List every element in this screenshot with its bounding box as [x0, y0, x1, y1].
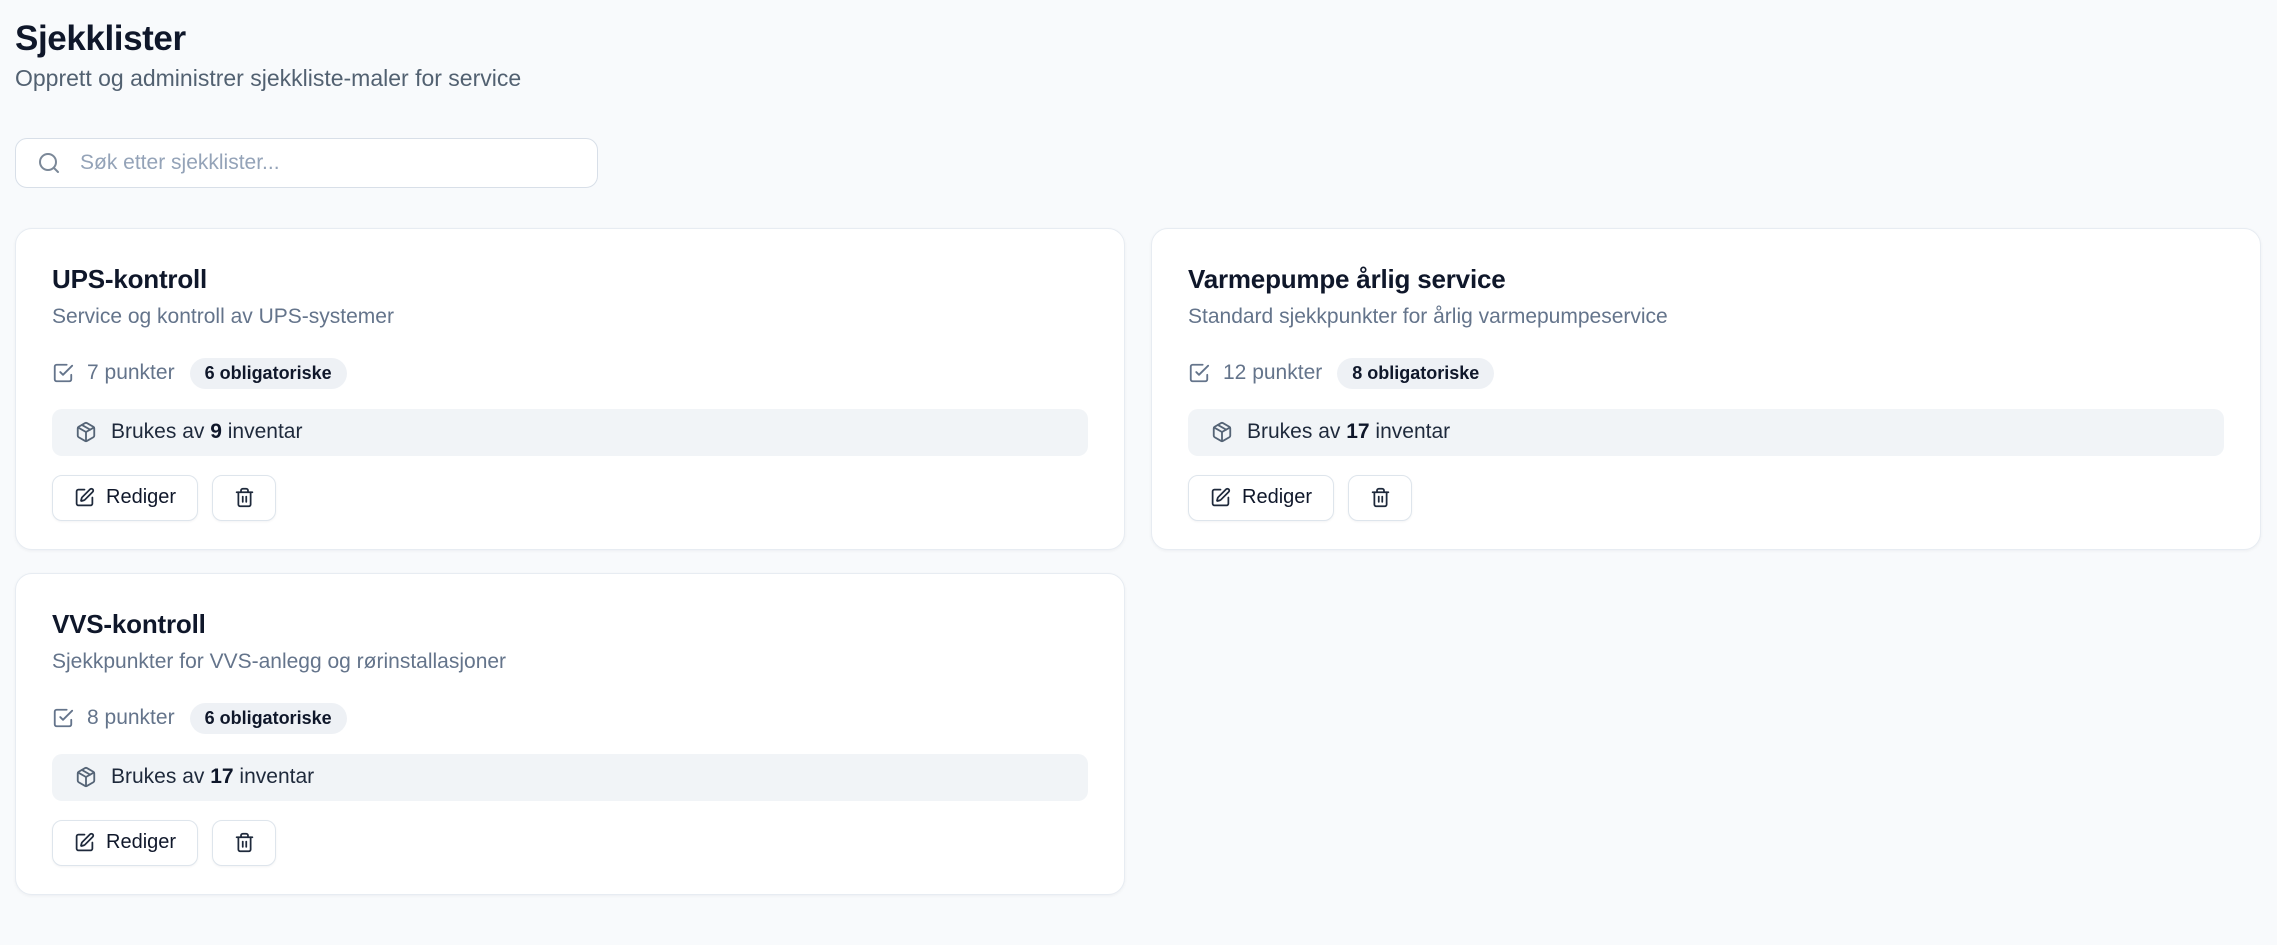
checklist-card: VVS-kontroll Sjekkpunkter for VVS-anlegg…	[15, 573, 1125, 895]
check-square-icon	[52, 362, 74, 384]
points-count: 7 punkter	[87, 361, 175, 385]
edit-button-label: Rediger	[106, 831, 176, 854]
card-actions: Rediger	[52, 820, 1088, 866]
points-count: 8 punkter	[87, 706, 175, 730]
page-subtitle: Opprett og administrer sjekkliste-maler …	[15, 64, 2261, 93]
package-icon	[75, 766, 97, 788]
card-actions: Rediger	[1188, 475, 2224, 521]
usage-box: Brukes av 17 inventar	[1188, 409, 2224, 456]
check-square-icon	[52, 707, 74, 729]
usage-count: 9	[210, 420, 222, 443]
trash-icon	[234, 487, 255, 508]
usage-text: Brukes av 17 inventar	[1247, 420, 1450, 444]
edit-button-label: Rediger	[1242, 486, 1312, 509]
points-count: 12 punkter	[1223, 361, 1322, 385]
delete-button[interactable]	[212, 820, 276, 866]
card-title: UPS-kontroll	[52, 265, 1088, 295]
card-meta-row: 12 punkter 8 obligatoriske	[1188, 358, 2224, 389]
square-pen-icon	[74, 487, 95, 508]
required-badge: 6 obligatoriske	[190, 358, 347, 389]
check-square-icon	[1188, 362, 1210, 384]
checklists-page: Sjekklister Opprett og administrer sjekk…	[0, 0, 2277, 895]
card-title: Varmepumpe årlig service	[1188, 265, 2224, 295]
card-description: Standard sjekkpunkter for årlig varmepum…	[1188, 304, 2224, 330]
usage-box: Brukes av 17 inventar	[52, 754, 1088, 801]
required-badge: 6 obligatoriske	[190, 703, 347, 734]
usage-text: Brukes av 17 inventar	[111, 765, 314, 789]
search-input[interactable]	[15, 138, 598, 188]
package-icon	[1211, 421, 1233, 443]
square-pen-icon	[74, 832, 95, 853]
usage-text: Brukes av 9 inventar	[111, 420, 302, 444]
required-badge: 8 obligatoriske	[1337, 358, 1494, 389]
usage-box: Brukes av 9 inventar	[52, 409, 1088, 456]
trash-icon	[234, 832, 255, 853]
card-actions: Rediger	[52, 475, 1088, 521]
search-box	[15, 138, 598, 188]
delete-button[interactable]	[212, 475, 276, 521]
checklist-card: Varmepumpe årlig service Standard sjekkp…	[1151, 228, 2261, 550]
trash-icon	[1370, 487, 1391, 508]
checklist-card: UPS-kontroll Service og kontroll av UPS-…	[15, 228, 1125, 550]
square-pen-icon	[1210, 487, 1231, 508]
checklist-grid: UPS-kontroll Service og kontroll av UPS-…	[15, 228, 2261, 895]
edit-button[interactable]: Rediger	[52, 475, 198, 521]
delete-button[interactable]	[1348, 475, 1412, 521]
edit-button[interactable]: Rediger	[52, 820, 198, 866]
card-title: VVS-kontroll	[52, 610, 1088, 640]
edit-button[interactable]: Rediger	[1188, 475, 1334, 521]
usage-count: 17	[210, 765, 233, 788]
usage-count: 17	[1346, 420, 1369, 443]
card-meta-row: 7 punkter 6 obligatoriske	[52, 358, 1088, 389]
card-description: Service og kontroll av UPS-systemer	[52, 304, 1088, 330]
card-description: Sjekkpunkter for VVS-anlegg og rørinstal…	[52, 649, 1088, 675]
card-meta-row: 8 punkter 6 obligatoriske	[52, 703, 1088, 734]
edit-button-label: Rediger	[106, 486, 176, 509]
package-icon	[75, 421, 97, 443]
page-title: Sjekklister	[15, 18, 2261, 61]
